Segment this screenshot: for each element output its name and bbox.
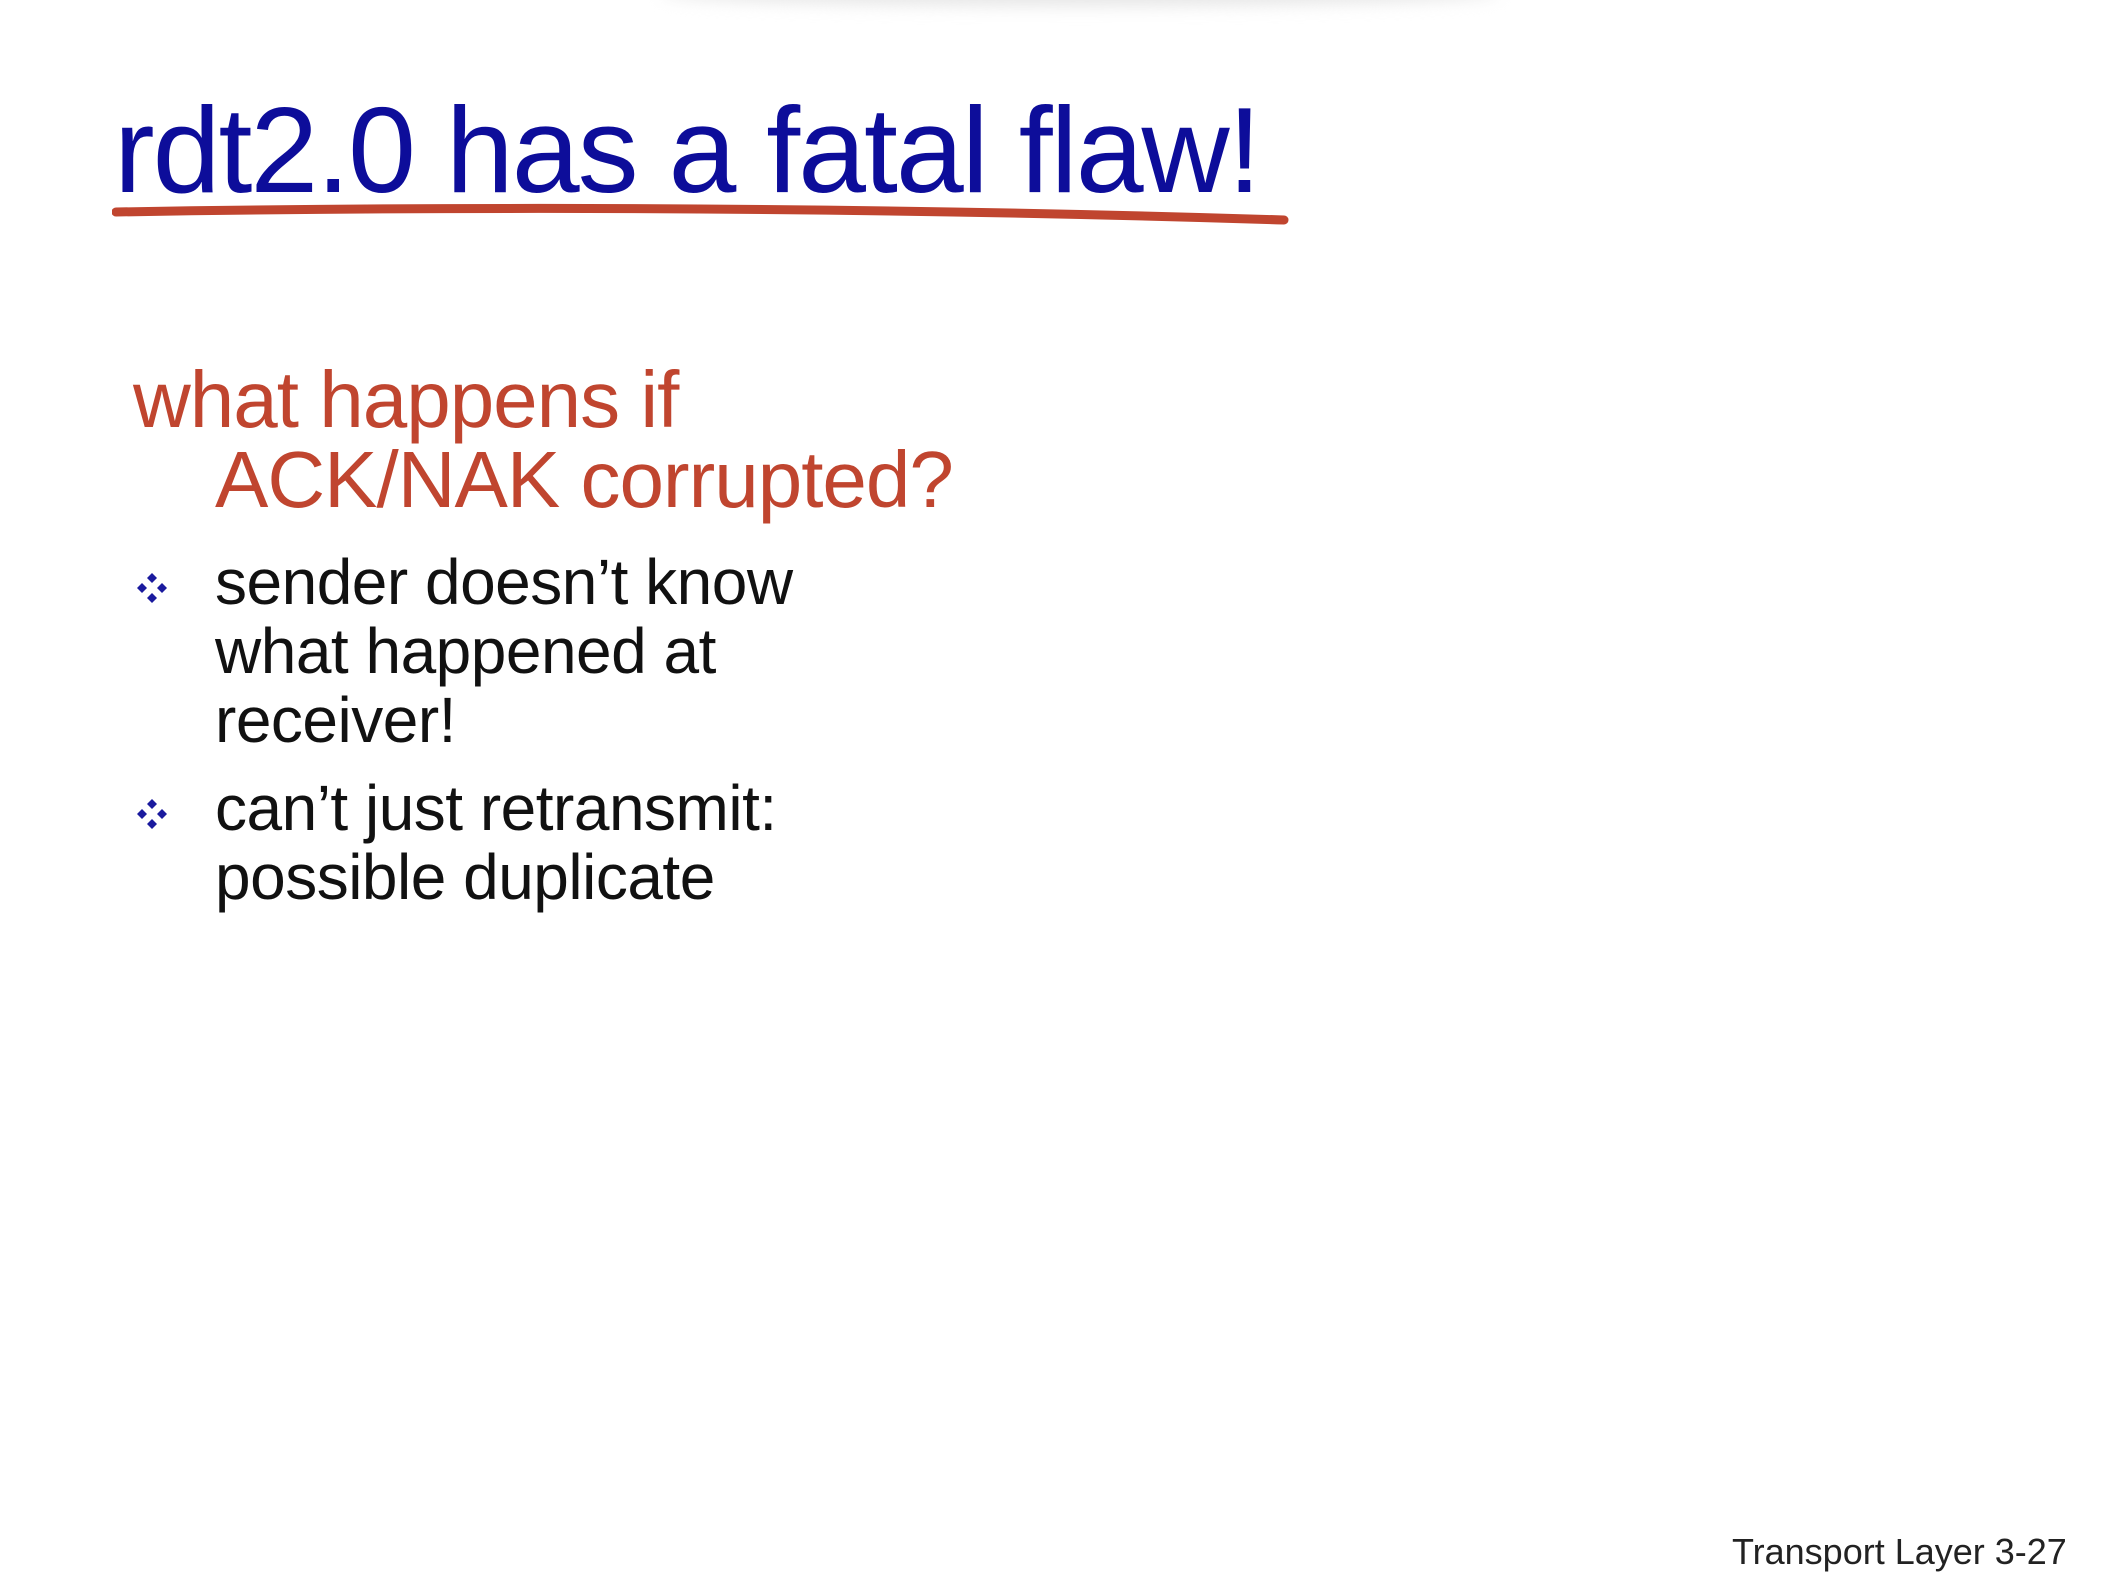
bullet-line: receiver!: [215, 684, 456, 756]
bullet-line: sender doesn’t know: [215, 546, 793, 618]
four-diamond-bullet-icon: [137, 799, 167, 829]
slide-footer: Transport Layer 3-27: [1732, 1531, 2067, 1572]
bullet-line: what happened at: [215, 615, 716, 687]
slide-title: rdt2.0 has a fatal flaw!: [114, 82, 1262, 218]
bullet-item: sender doesn’t know what happened at rec…: [130, 548, 793, 755]
question-line-2: ACK/NAK corrupted?: [215, 435, 954, 524]
four-diamond-bullet-icon: [137, 573, 167, 603]
bullet-line: possible duplicate: [215, 841, 715, 913]
title-underline: [112, 203, 1289, 225]
top-shadow: [660, 0, 1500, 6]
question-line-1: what happens if: [133, 355, 679, 444]
bullet-list: sender doesn’t know what happened at rec…: [130, 548, 793, 931]
question-text: what happens if ACK/NAK corrupted?: [133, 360, 954, 524]
bullet-line: can’t just retransmit:: [215, 772, 777, 844]
bullet-item: can’t just retransmit: possible duplicat…: [130, 774, 793, 912]
